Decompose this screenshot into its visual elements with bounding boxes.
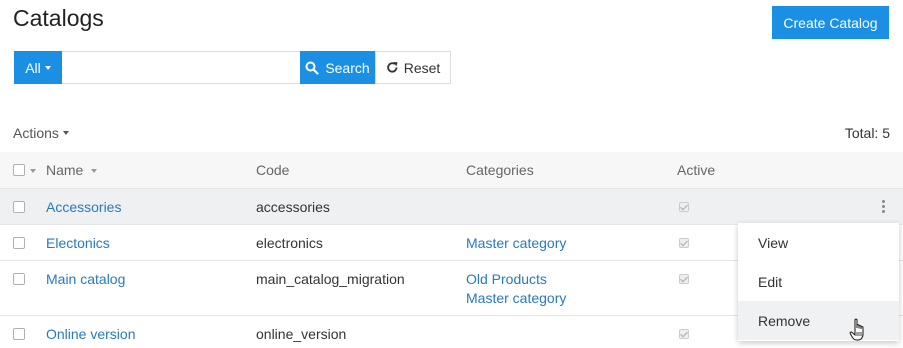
refresh-icon [386,62,398,73]
sort-icon [91,169,98,174]
reset-button-label: Reset [403,59,441,76]
active-checkbox [679,274,689,284]
column-header-name[interactable]: Name [46,162,98,178]
category-link[interactable]: Master category [466,290,566,306]
search-bar: All Search Reset [14,51,451,84]
catalog-name-link[interactable]: Accessories [46,199,121,215]
table-header: Name Code Categories Active [0,152,903,188]
reset-button[interactable]: Reset [375,51,451,84]
catalog-code: accessories [256,199,330,215]
row-checkbox[interactable] [13,328,25,340]
create-catalog-button[interactable]: Create Catalog [772,6,889,39]
row-checkbox[interactable] [13,237,25,249]
active-checkbox [679,202,689,212]
column-header-active: Active [677,162,716,178]
search-button-label: Search [325,59,370,76]
actions-dropdown[interactable]: Actions [13,125,69,141]
filter-dropdown[interactable]: All [14,51,62,84]
catalog-code: main_catalog_migration [256,271,405,287]
catalog-name-link[interactable]: Electonics [46,235,110,251]
hand-pointer-icon [849,318,864,341]
more-vertical-icon[interactable] [882,200,886,213]
search-input[interactable] [62,51,300,84]
catalog-code: electronics [256,235,323,251]
column-header-code: Code [256,162,290,178]
actions-label: Actions [13,125,59,141]
row-context-menu: View Edit Remove [738,223,899,341]
category-link[interactable]: Old Products [466,271,547,287]
search-icon [305,61,319,75]
row-checkbox[interactable] [13,273,25,285]
menu-item-edit[interactable]: Edit [738,262,899,301]
category-link[interactable]: Master category [466,235,566,251]
filter-dropdown-label: All [25,59,41,76]
table-row[interactable]: Accessories accessories [0,188,903,224]
page-title: Catalogs [13,5,104,31]
chevron-down-icon [62,131,69,135]
total-count: Total: 5 [844,125,890,141]
catalog-name-link[interactable]: Online version [46,326,136,342]
menu-item-remove[interactable]: Remove [738,301,899,340]
active-checkbox [679,238,689,248]
chevron-down-icon [44,65,51,70]
menu-item-view[interactable]: View [738,223,899,262]
search-button[interactable]: Search [300,51,375,84]
column-header-categories: Categories [466,162,534,178]
select-all-checkbox[interactable] [13,164,25,176]
active-checkbox [679,329,689,339]
chevron-down-icon[interactable] [30,169,36,173]
catalog-name-link[interactable]: Main catalog [46,271,125,287]
row-checkbox[interactable] [13,201,25,213]
catalog-code: online_version [256,326,347,342]
